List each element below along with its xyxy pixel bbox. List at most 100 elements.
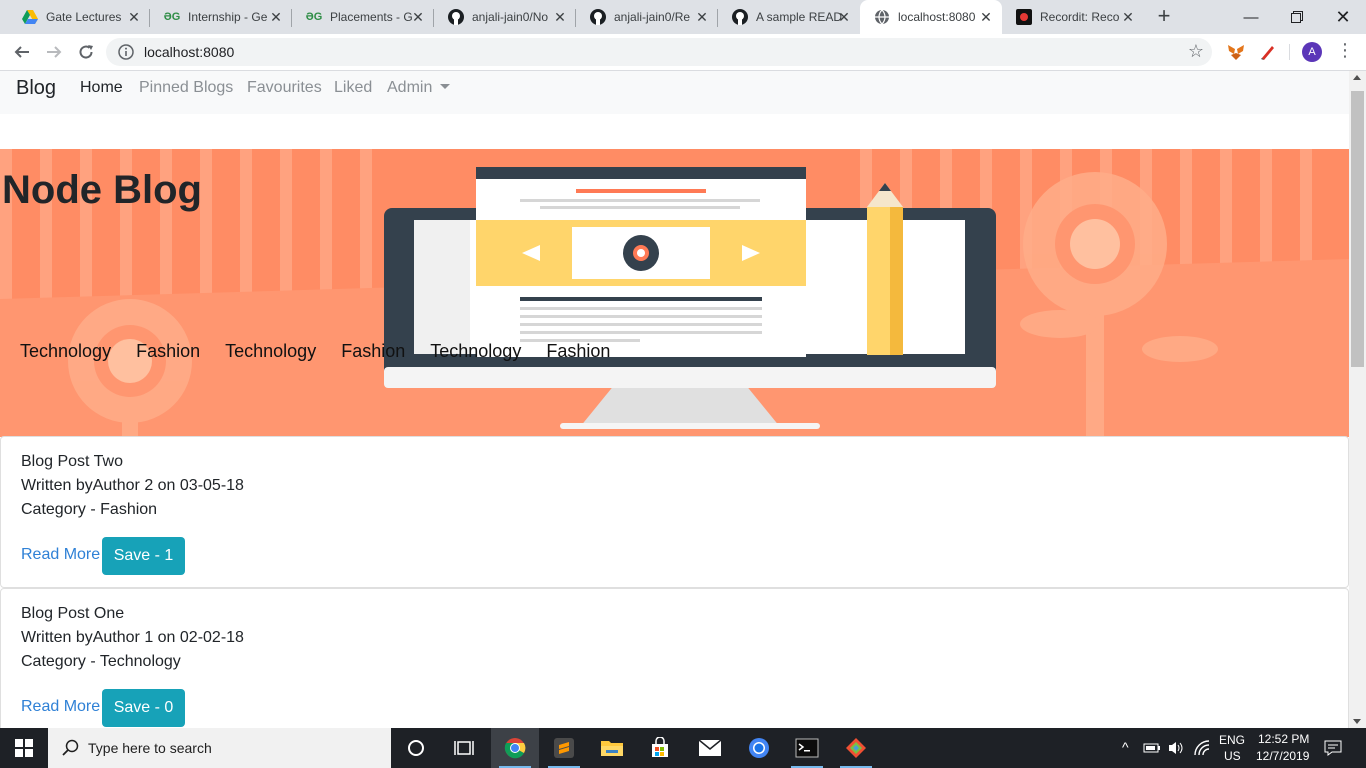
clock-date[interactable]: 12/7/2019: [1256, 749, 1309, 763]
browser-tab[interactable]: A sample READ ✕: [718, 0, 860, 34]
windows-taskbar: Type here to search ^ ENG US 12:52 PM 12…: [0, 728, 1366, 768]
url-text: localhost:8080: [144, 44, 235, 60]
close-window-button[interactable]: ✕: [1320, 0, 1366, 34]
tray-overflow-chevron-icon[interactable]: ^: [1122, 739, 1129, 755]
close-tab-icon[interactable]: ✕: [836, 9, 852, 25]
cortana-button[interactable]: [392, 728, 440, 768]
nav-pinned-blogs[interactable]: Pinned Blogs: [139, 79, 233, 97]
profile-avatar[interactable]: A: [1302, 42, 1322, 62]
page-viewport: Blog Home Pinned Blogs Favourites Liked …: [0, 71, 1349, 728]
save-button[interactable]: Save - 1: [102, 537, 185, 575]
taskbar-file-explorer[interactable]: [588, 728, 636, 768]
nav-home[interactable]: Home: [80, 79, 123, 97]
tab-title: A sample READ: [756, 10, 843, 24]
tag-link[interactable]: Technology: [430, 341, 521, 362]
tag-link[interactable]: Technology: [20, 341, 111, 362]
navbar-brand[interactable]: Blog: [16, 77, 56, 100]
task-view-icon: [454, 741, 474, 755]
post-title: Blog Post One: [21, 605, 125, 622]
chrome-icon: [504, 738, 526, 759]
scrollbar-thumb[interactable]: [1351, 91, 1364, 367]
reload-icon: [79, 45, 93, 59]
taskbar-mail[interactable]: [686, 728, 734, 768]
browser-tab[interactable]: Gate Lectures ✕: [8, 0, 150, 34]
close-tab-icon[interactable]: ✕: [268, 9, 284, 25]
forward-arrow-icon: [47, 46, 62, 58]
bookmark-star-icon[interactable]: ☆: [1188, 41, 1204, 62]
menu-kebab-icon[interactable]: ⋮: [1336, 40, 1354, 60]
tab-title: Recordit: Reco: [1040, 10, 1120, 24]
input-region[interactable]: US: [1224, 749, 1241, 763]
nav-favourites[interactable]: Favourites: [247, 79, 322, 97]
taskbar-chrome[interactable]: [491, 728, 539, 768]
tab-title: Internship - Ge: [188, 10, 268, 24]
hero-banner: Node Blog Technology Fashion Technology …: [0, 149, 1349, 437]
tag-link[interactable]: Fashion: [136, 341, 200, 362]
store-icon: [652, 737, 668, 757]
taskbar-chrome-alt[interactable]: [735, 728, 783, 768]
close-tab-icon[interactable]: ✕: [694, 9, 710, 25]
taskbar-search[interactable]: Type here to search: [48, 728, 391, 768]
page-scrollbar[interactable]: [1349, 71, 1366, 728]
clock-time[interactable]: 12:52 PM: [1258, 732, 1309, 746]
close-tab-icon[interactable]: ✕: [1120, 9, 1136, 25]
minimize-button[interactable]: —: [1228, 0, 1274, 34]
close-tab-icon[interactable]: ✕: [978, 9, 994, 25]
google-drive-icon: [22, 9, 38, 25]
geeksforgeeks-icon: ƏG: [305, 11, 323, 23]
tab-title: Placements - G: [330, 10, 413, 24]
close-tab-icon[interactable]: ✕: [410, 9, 426, 25]
forward-button[interactable]: [40, 38, 68, 66]
browser-toolbar: localhost:8080 ☆ A ⋮: [0, 34, 1366, 71]
battery-icon[interactable]: [1143, 741, 1161, 755]
post-category: Category - Technology: [21, 653, 181, 670]
task-view-button[interactable]: [440, 728, 488, 768]
metamask-extension-icon[interactable]: [1226, 42, 1246, 62]
scroll-down-arrow-icon[interactable]: [1353, 719, 1361, 724]
tag-link[interactable]: Fashion: [546, 341, 610, 362]
nav-liked[interactable]: Liked: [334, 79, 372, 97]
close-tab-icon[interactable]: ✕: [552, 9, 568, 25]
pen-extension-icon[interactable]: [1258, 42, 1278, 62]
new-tab-button[interactable]: +: [1152, 5, 1176, 29]
browser-tab[interactable]: ƏG Placements - G ✕: [292, 0, 434, 34]
chrome-blue-icon: [749, 738, 769, 758]
input-language[interactable]: ENG: [1219, 733, 1245, 747]
save-button[interactable]: Save - 0: [102, 689, 185, 727]
tab-title: anjali-jain0/No: [472, 10, 549, 24]
hero-title: Node Blog: [2, 168, 202, 212]
tag-link[interactable]: Fashion: [341, 341, 405, 362]
taskbar-terminal[interactable]: [783, 728, 831, 768]
read-more-link[interactable]: Read More: [21, 698, 100, 716]
post-title: Blog Post Two: [21, 453, 123, 470]
taskbar-store[interactable]: [636, 728, 684, 768]
restore-button[interactable]: [1274, 0, 1320, 34]
back-button[interactable]: [8, 38, 36, 66]
post-category: Category - Fashion: [21, 501, 158, 518]
read-more-link[interactable]: Read More: [21, 546, 100, 564]
volume-icon[interactable]: [1167, 740, 1185, 756]
browser-tab[interactable]: Recordit: Reco ✕: [1002, 0, 1144, 34]
reload-button[interactable]: [72, 38, 100, 66]
post-byline: Written byAuthor 1 on 02-02-18: [21, 629, 244, 646]
blog-post-card: Blog Post One Written byAuthor 1 on 02-0…: [0, 588, 1349, 728]
browser-tab[interactable]: anjali-jain0/No ✕: [434, 0, 576, 34]
notification-center-icon[interactable]: [1324, 740, 1342, 756]
address-bar[interactable]: localhost:8080 ☆: [106, 38, 1212, 66]
browser-tab-active[interactable]: localhost:8080 ✕: [860, 0, 1002, 34]
browser-tab[interactable]: ƏG Internship - Ge ✕: [150, 0, 292, 34]
tab-title: Gate Lectures: [46, 10, 122, 24]
scroll-up-arrow-icon[interactable]: [1353, 75, 1361, 80]
recordit-icon: [1016, 9, 1032, 25]
tag-link[interactable]: Technology: [225, 341, 316, 362]
browser-tab[interactable]: anjali-jain0/Re ✕: [576, 0, 718, 34]
site-navbar: Blog Home Pinned Blogs Favourites Liked …: [0, 71, 1349, 114]
close-tab-icon[interactable]: ✕: [126, 9, 142, 25]
taskbar-git[interactable]: [832, 728, 880, 768]
browser-tab-strip: Gate Lectures ✕ ƏG Internship - Ge ✕ ƏG …: [0, 0, 1366, 34]
terminal-icon: [795, 738, 819, 758]
network-icon[interactable]: [1193, 740, 1211, 756]
start-button[interactable]: [0, 728, 48, 768]
taskbar-sublime[interactable]: [540, 728, 588, 768]
nav-admin-dropdown[interactable]: Admin: [387, 79, 451, 97]
